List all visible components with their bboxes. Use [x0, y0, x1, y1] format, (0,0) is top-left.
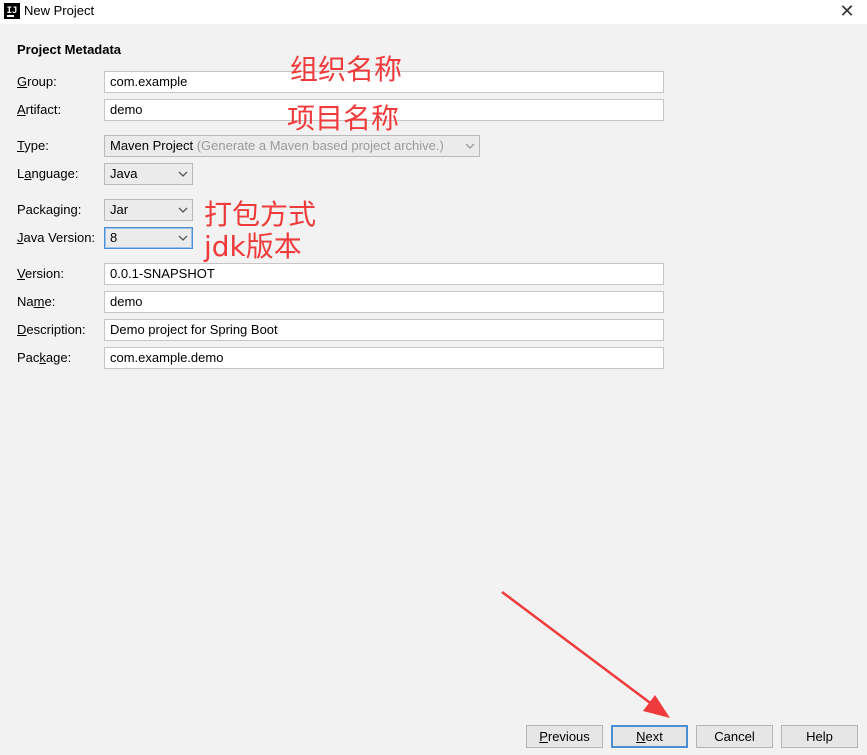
previous-button[interactable]: Previous	[526, 725, 603, 748]
cancel-button[interactable]: Cancel	[696, 725, 773, 748]
help-button[interactable]: Help	[781, 725, 858, 748]
next-button[interactable]: Next	[611, 725, 688, 748]
arrow-annotation-icon	[501, 590, 670, 718]
